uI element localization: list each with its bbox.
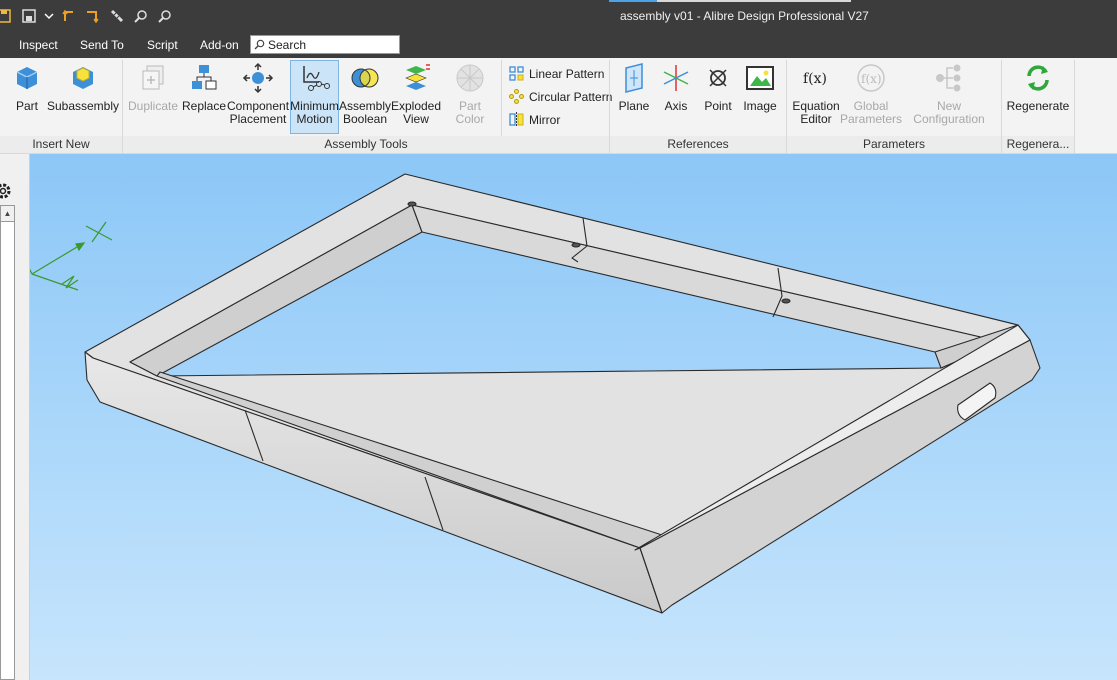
- point-icon: [709, 69, 727, 87]
- regenerate-label: Regenerate: [1006, 99, 1070, 113]
- circular-pattern-label: Circular Pattern: [529, 89, 613, 104]
- frame-model[interactable]: [30, 154, 1117, 680]
- new-configuration-label: New Configuration: [913, 99, 985, 126]
- component-placement-label-2: Placement: [229, 112, 287, 126]
- subassembly-icon: [73, 67, 93, 89]
- minimum-motion-button[interactable]: Minimum Motion: [290, 60, 339, 134]
- title-bar: assembly v01 - Alibre Design Professiona…: [0, 0, 1117, 32]
- exploded-view-label-2: View: [403, 112, 429, 126]
- duplicate-button[interactable]: Duplicate: [127, 62, 179, 113]
- subassembly-label: Subassembly: [46, 99, 120, 113]
- group-insert-new: Insert New: [0, 136, 122, 153]
- point-label: Point: [704, 99, 732, 113]
- assembly-boolean-icon: [351, 68, 379, 88]
- image-button[interactable]: Image: [743, 62, 777, 113]
- title-accent-tab: [657, 0, 851, 2]
- replace-label: Replace: [181, 99, 227, 113]
- group-parameters: Parameters: [787, 136, 1001, 153]
- mirror-label: Mirror: [529, 112, 561, 127]
- regenerate-icon: [1027, 65, 1049, 91]
- search-placeholder: Search: [268, 37, 307, 52]
- duplicate-icon: [142, 65, 164, 90]
- configuration-tree-icon: [936, 64, 961, 92]
- redo-icon[interactable]: [84, 8, 100, 24]
- part-color-button[interactable]: Part Color: [445, 62, 495, 126]
- image-label: Image: [743, 99, 777, 113]
- plane-icon: [625, 63, 643, 93]
- equation-editor-button[interactable]: f(x) Equation Editor: [792, 62, 840, 126]
- dropdown-icon[interactable]: [41, 8, 57, 24]
- global-parameters-button[interactable]: f(x) Global Parameters: [839, 62, 903, 126]
- scroll-up-arrow-icon[interactable]: ▲: [0, 205, 15, 222]
- group-regenerate: Regenera...: [1002, 136, 1074, 153]
- plane-label: Plane: [618, 99, 650, 113]
- mirror-button[interactable]: Mirror: [509, 112, 560, 127]
- menu-inspect[interactable]: Inspect: [19, 38, 58, 52]
- part-color-label: Part Color: [455, 99, 485, 126]
- new-configuration-button[interactable]: New Configuration: [904, 62, 994, 126]
- undo-icon[interactable]: [61, 8, 77, 24]
- assembly-boolean-button[interactable]: Assembly Boolean: [339, 62, 391, 126]
- gear-icon[interactable]: [0, 182, 12, 200]
- menu-script[interactable]: Script: [147, 38, 178, 52]
- minimum-motion-label-2: Motion: [296, 112, 333, 126]
- svg-text:f(x): f(x): [803, 71, 827, 87]
- regenerate-button[interactable]: Regenerate: [1006, 62, 1070, 113]
- replace-button[interactable]: Replace: [182, 62, 226, 113]
- measure-icon[interactable]: [109, 8, 125, 24]
- part-icon: [16, 67, 38, 89]
- axis-icon: [663, 65, 689, 91]
- point-button[interactable]: Point: [703, 62, 733, 113]
- svg-text:f(x): f(x): [861, 72, 882, 86]
- assembly-boolean-label-2: Boolean: [342, 112, 388, 126]
- group-assembly-tools: Assembly Tools: [123, 136, 609, 153]
- subassembly-button[interactable]: Subassembly: [47, 62, 119, 113]
- global-parameters-icon: f(x): [857, 64, 885, 92]
- component-placement-button[interactable]: Component Placement: [227, 62, 289, 126]
- menu-send-to[interactable]: Send To: [80, 38, 124, 52]
- linear-pattern-icon: [509, 66, 524, 81]
- save-icon[interactable]: [0, 8, 12, 24]
- menu-bar: Inspect Send To Script Add-on Search: [0, 32, 1117, 58]
- equation-editor-label-2: Editor: [800, 112, 832, 126]
- title-accent: [609, 0, 657, 2]
- axis-label: Axis: [664, 99, 688, 113]
- mirror-icon: [509, 112, 524, 127]
- axis-button[interactable]: Axis: [662, 62, 690, 113]
- circular-pattern-icon: [509, 89, 524, 104]
- part-button[interactable]: Part: [14, 62, 40, 113]
- exploded-view-icon: [405, 64, 430, 90]
- circular-pattern-button[interactable]: Circular Pattern: [509, 89, 612, 104]
- part-color-icon: [456, 64, 484, 92]
- zoom-fit-icon[interactable]: [157, 8, 173, 24]
- global-parameters-label-2: Parameters: [839, 112, 903, 126]
- linear-pattern-label: Linear Pattern: [529, 66, 605, 81]
- save-all-icon[interactable]: [21, 8, 37, 24]
- axis-triad-icon: [30, 221, 113, 291]
- zoom-icon[interactable]: [133, 8, 149, 24]
- exploded-view-button[interactable]: Exploded View: [391, 62, 441, 126]
- ribbon-separator: [1074, 60, 1075, 153]
- window-title: assembly v01 - Alibre Design Professiona…: [620, 9, 869, 23]
- ribbon: Part Subassembly Duplicate Replace Compo…: [0, 58, 1117, 154]
- part-label: Part: [15, 99, 38, 113]
- search-icon: [254, 39, 265, 50]
- panel-scrollbar[interactable]: [0, 205, 15, 680]
- replace-icon: [192, 65, 217, 90]
- 3d-viewport[interactable]: [30, 154, 1117, 680]
- function-icon: f(x): [803, 71, 827, 87]
- plane-button[interactable]: Plane: [618, 62, 650, 113]
- duplicate-label: Duplicate: [127, 99, 179, 113]
- menu-add-on[interactable]: Add-on: [200, 38, 239, 52]
- search-input[interactable]: Search: [250, 35, 400, 54]
- image-icon: [746, 66, 774, 90]
- minimum-motion-icon: [302, 66, 330, 91]
- group-references: References: [610, 136, 786, 153]
- linear-pattern-button[interactable]: Linear Pattern: [509, 66, 604, 81]
- component-placement-icon: [242, 62, 274, 94]
